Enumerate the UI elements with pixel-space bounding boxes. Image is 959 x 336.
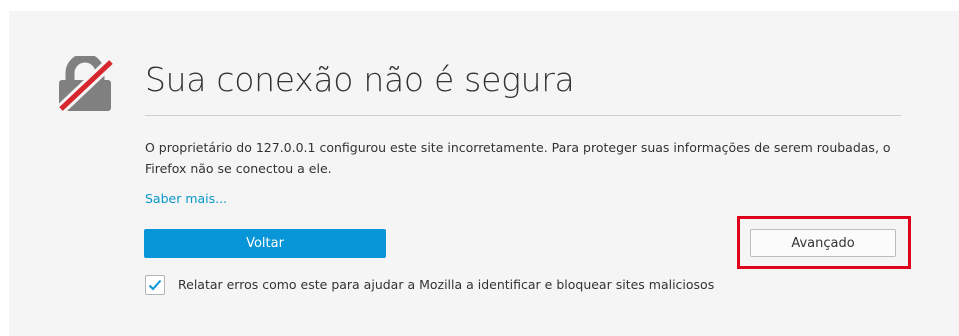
title-divider [145,115,901,116]
page-title: Sua conexão não é segura [145,60,575,99]
advanced-button[interactable]: Avançado [750,229,896,257]
report-errors-label: Relatar erros como este para ajudar a Mo… [178,277,715,292]
checkmark-icon [148,276,162,295]
learn-more-link[interactable]: Saber mais... [145,191,227,206]
error-description: O proprietário do 127.0.0.1 configurou e… [145,140,891,176]
report-errors-checkbox[interactable] [145,275,165,295]
broken-lock-icon [53,53,119,115]
back-button[interactable]: Voltar [144,229,386,258]
